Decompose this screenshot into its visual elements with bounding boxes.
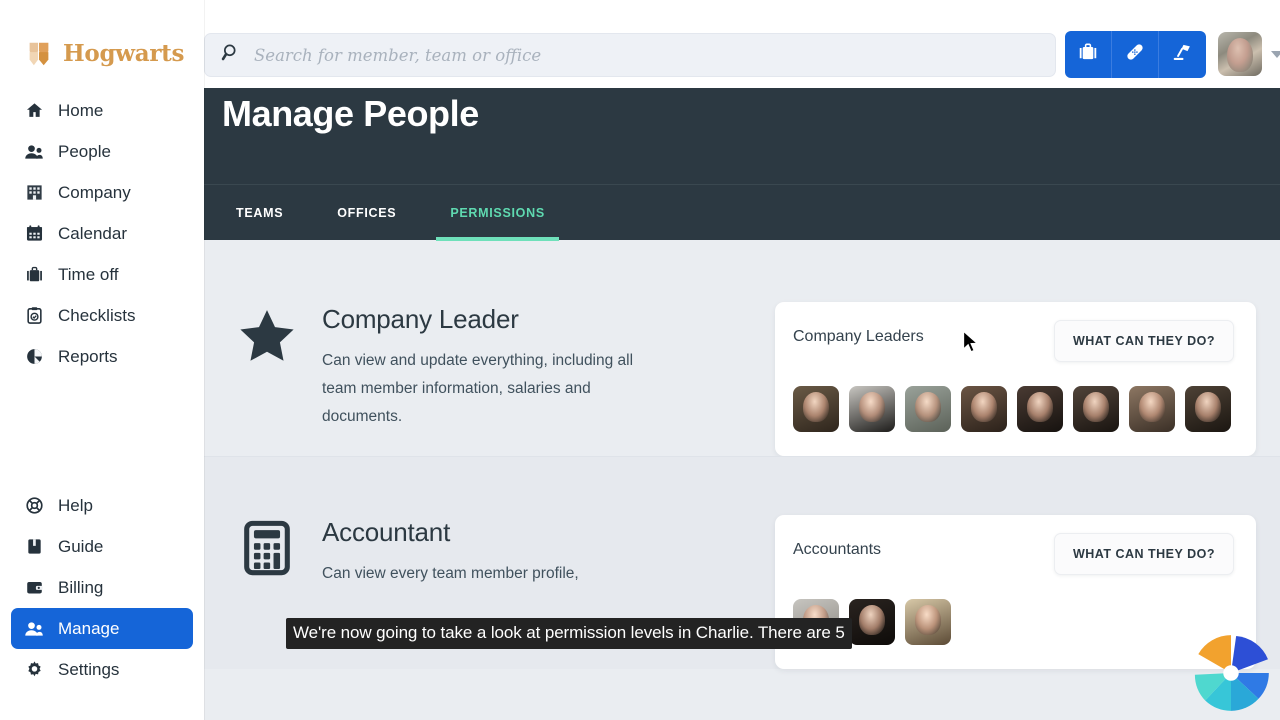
sirius-avatar[interactable] xyxy=(961,386,1007,432)
gear-icon xyxy=(24,660,44,680)
sidebar-item-label: Time off xyxy=(58,264,119,284)
permission-title: Company Leader xyxy=(322,304,519,334)
page-title: Manage People xyxy=(222,93,479,134)
sidebar-item-label: Settings xyxy=(58,659,120,679)
hogwarts-crest-icon xyxy=(24,38,54,68)
sidebar-item-guide[interactable]: Guide xyxy=(11,526,193,567)
chevron-down-icon[interactable] xyxy=(1271,50,1280,58)
remote-work-button[interactable] xyxy=(1159,31,1206,78)
sidebar-item-help[interactable]: Help xyxy=(11,485,193,526)
avatar xyxy=(1218,32,1262,76)
sidebar-item-label: Checklists xyxy=(58,305,136,325)
star-icon xyxy=(234,302,300,456)
sidebar-item-label: Guide xyxy=(58,536,104,556)
top-bar: Search for member, team or office xyxy=(204,0,1280,88)
sidebar: Hogwarts Home People Company Calendar Ti… xyxy=(0,0,204,720)
permission-description: Can view and update everything, includin… xyxy=(322,352,634,425)
permission-description: Can view every team member profile, xyxy=(322,565,579,582)
sidebar-item-label: Home xyxy=(58,100,104,120)
home-icon xyxy=(24,101,44,121)
sidebar-item-label: Manage xyxy=(58,618,120,638)
tab-label: TEAMS xyxy=(236,205,284,220)
search-placeholder-text: Search for member, team or office xyxy=(254,45,542,65)
sidebar-item-checklists[interactable]: Checklists xyxy=(11,295,193,336)
briefcase-icon xyxy=(1077,41,1099,68)
video-caption: We're now going to take a look at permis… xyxy=(286,618,852,649)
greyback-avatar[interactable] xyxy=(1185,386,1231,432)
wallet-icon xyxy=(24,578,44,598)
time-off-button[interactable] xyxy=(1065,31,1112,78)
sidebar-item-manage[interactable]: Manage xyxy=(11,608,193,649)
tab-strip: TEAMS OFFICES PERMISSIONS xyxy=(204,184,1280,241)
sidebar-item-time-off[interactable]: Time off xyxy=(11,254,193,295)
sidebar-primary-nav: Home People Company Calendar Time off Ch… xyxy=(0,80,204,377)
sidebar-item-reports[interactable]: Reports xyxy=(11,336,193,377)
search-icon xyxy=(221,42,242,68)
lupin-avatar[interactable] xyxy=(1129,386,1175,432)
people-icon xyxy=(24,142,44,162)
accountant-2-avatar[interactable] xyxy=(849,599,895,645)
permission-section-company-leader: Company Leader Can view and update every… xyxy=(204,240,1280,456)
tab-permissions[interactable]: PERMISSIONS xyxy=(436,185,559,241)
tab-label: PERMISSIONS xyxy=(450,205,545,220)
sidebar-secondary-nav: Help Guide Billing Manage Settings xyxy=(0,485,204,690)
lifebuoy-icon xyxy=(24,496,44,516)
what-can-they-do-button[interactable]: WHAT CAN THEY DO? xyxy=(1053,533,1234,575)
what-can-they-do-button[interactable]: WHAT CAN THEY DO? xyxy=(1053,320,1234,362)
desk-lamp-icon xyxy=(1172,41,1194,68)
mcgonagall-avatar[interactable] xyxy=(849,386,895,432)
brand-name: Hogwarts xyxy=(63,39,185,67)
sidebar-item-label: Billing xyxy=(58,577,104,597)
brand-logo[interactable]: Hogwarts xyxy=(0,0,204,80)
sidebar-item-label: Help xyxy=(58,495,93,515)
sidebar-item-billing[interactable]: Billing xyxy=(11,567,193,608)
dumbledore-avatar[interactable] xyxy=(905,386,951,432)
moody-avatar[interactable] xyxy=(1073,386,1119,432)
accountant-3-avatar[interactable] xyxy=(905,599,951,645)
people-icon xyxy=(24,619,44,639)
sidebar-item-label: Reports xyxy=(58,346,118,366)
quick-action-group xyxy=(1065,31,1206,78)
snape-avatar[interactable] xyxy=(1017,386,1063,432)
pie-chart-icon xyxy=(24,347,44,367)
app-root: Hogwarts Home People Company Calendar Ti… xyxy=(0,0,1280,720)
charlie-logo-watermark xyxy=(1188,630,1274,716)
card-title: Accountants xyxy=(793,541,882,558)
building-icon xyxy=(24,183,44,203)
briefcase-icon xyxy=(24,265,44,285)
member-avatar-row xyxy=(793,599,1234,645)
member-avatar-row xyxy=(793,386,1234,432)
user-menu[interactable] xyxy=(1218,32,1280,76)
calendar-icon xyxy=(24,224,44,244)
sidebar-item-label: Company xyxy=(58,182,131,202)
page-header: Manage People TEAMS OFFICES PERMISSIONS xyxy=(204,88,1280,241)
hagrid-avatar[interactable] xyxy=(793,386,839,432)
tab-label: OFFICES xyxy=(337,205,397,220)
sidebar-item-settings[interactable]: Settings xyxy=(11,649,193,690)
sidebar-item-label: People xyxy=(58,141,111,161)
sidebar-item-label: Calendar xyxy=(58,223,127,243)
book-icon xyxy=(24,537,44,557)
tab-offices[interactable]: OFFICES xyxy=(323,185,410,241)
sidebar-item-calendar[interactable]: Calendar xyxy=(11,213,193,254)
search-input[interactable]: Search for member, team or office xyxy=(204,33,1056,77)
sick-leave-button[interactable] xyxy=(1112,31,1159,78)
permission-info: Company Leader Can view and update every… xyxy=(220,302,775,456)
clipboard-check-icon xyxy=(24,306,44,326)
tab-teams[interactable]: TEAMS xyxy=(222,185,297,241)
sidebar-item-company[interactable]: Company xyxy=(11,172,193,213)
permission-members-card: Company Leaders WHAT CAN THEY DO? xyxy=(775,302,1256,456)
sidebar-item-people[interactable]: People xyxy=(11,131,193,172)
bandage-icon xyxy=(1124,41,1146,68)
permission-title: Accountant xyxy=(322,517,451,547)
card-title: Company Leaders xyxy=(793,328,924,345)
sidebar-item-home[interactable]: Home xyxy=(11,90,193,131)
